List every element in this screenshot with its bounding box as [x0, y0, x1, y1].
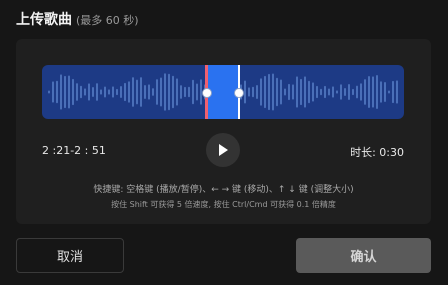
- waveform-bar: [288, 83, 290, 101]
- waveform-bar: [300, 78, 302, 106]
- play-button[interactable]: [206, 133, 240, 167]
- waveform-bar: [48, 90, 50, 94]
- waveform-bar: [120, 85, 122, 99]
- waveform-bar: [316, 85, 318, 99]
- cancel-button[interactable]: 取消: [16, 238, 124, 273]
- waveform-bar: [88, 83, 90, 101]
- editor-panel: 2 :21-2 : 51 时长: 0:30 快捷键: 空格键 (播放/暂停)、←…: [16, 39, 431, 224]
- waveform-bar: [268, 73, 270, 111]
- waveform-bar: [176, 78, 178, 106]
- waveform-bar: [192, 79, 194, 105]
- confirm-button[interactable]: 确认: [296, 238, 431, 273]
- waveform-bar: [380, 81, 382, 103]
- play-icon: [219, 144, 228, 156]
- waveform-bar: [396, 80, 398, 104]
- waveform-bar: [112, 86, 114, 98]
- page-title: 上传歌曲: [16, 12, 72, 28]
- waveform-bar: [84, 88, 86, 96]
- waveform-bar: [124, 82, 126, 102]
- waveform-bar: [140, 77, 142, 107]
- waveform-bar: [80, 85, 82, 99]
- waveform-bar: [128, 81, 130, 103]
- selection-time-range: 2 :21-2 : 51: [42, 144, 106, 157]
- waveform-bar: [152, 88, 154, 96]
- waveform-bar: [376, 75, 378, 109]
- waveform-bar: [56, 80, 58, 104]
- waveform-bar: [64, 75, 66, 109]
- waveform-bar: [252, 86, 254, 98]
- waveform-bar: [340, 84, 342, 100]
- waveform[interactable]: [42, 65, 404, 119]
- modifier-hint: 按住 Shift 可获得 5 倍速度, 按住 Ctrl/Cmd 可获得 0.1 …: [111, 200, 336, 209]
- waveform-bar: [296, 76, 298, 108]
- header: 上传歌曲 (最多 60 秒): [16, 9, 139, 29]
- waveform-bar: [96, 83, 98, 101]
- waveform-bar: [292, 84, 294, 100]
- waveform-bar: [332, 86, 334, 98]
- waveform-bar: [304, 76, 306, 108]
- waveform-bar: [272, 73, 274, 111]
- waveform-bar: [284, 88, 286, 96]
- left-handle[interactable]: [202, 88, 212, 98]
- waveform-bar: [72, 78, 74, 106]
- waveform-bar: [344, 87, 346, 97]
- waveform-bar: [328, 88, 330, 96]
- waveform-bar: [136, 79, 138, 105]
- waveform-bar: [280, 79, 282, 105]
- waveform-bar: [180, 85, 182, 99]
- waveform-bar: [144, 84, 146, 100]
- waveform-bar: [360, 83, 362, 101]
- waveform-bar: [116, 88, 118, 96]
- waveform-bar: [160, 77, 162, 107]
- waveform-bar: [172, 75, 174, 109]
- waveform-bar: [132, 77, 134, 107]
- waveform-bar: [148, 84, 150, 100]
- waveform-bar: [356, 85, 358, 99]
- waveform-bar: [184, 86, 186, 98]
- shortcut-hint: 快捷键: 空格键 (播放/暂停)、← → 键 (移动)、↑ ↓ 键 (调整大小): [93, 185, 354, 195]
- waveform-bar: [104, 86, 106, 98]
- duration-text: 时长: 0:30: [350, 146, 404, 159]
- waveform-bar: [76, 83, 78, 101]
- waveform-bar: [244, 80, 246, 104]
- waveform-bar: [188, 86, 190, 98]
- waveform-bar: [276, 77, 278, 107]
- waveform-bar: [256, 84, 258, 100]
- waveform-bar: [248, 87, 250, 97]
- waveform-bar: [92, 86, 94, 98]
- waveform-bar: [392, 80, 394, 104]
- waveform-bar: [320, 88, 322, 96]
- waveform-bar: [336, 90, 338, 94]
- page-subtitle: (最多 60 秒): [76, 14, 139, 27]
- waveform-bar: [308, 80, 310, 104]
- right-handle[interactable]: [234, 88, 244, 98]
- waveform-bar: [60, 74, 62, 110]
- waveform-bar: [384, 81, 386, 103]
- waveform-bar: [164, 73, 166, 111]
- waveform-bar: [348, 84, 350, 100]
- waveform-bar: [388, 90, 390, 94]
- waveform-bar: [312, 82, 314, 102]
- waveform-bar: [352, 88, 354, 96]
- waveform-bar: [372, 76, 374, 108]
- waveform-bar: [364, 79, 366, 105]
- waveform-bar: [108, 89, 110, 95]
- waveform-bar: [52, 81, 54, 103]
- waveform-bar: [156, 79, 158, 105]
- waveform-bar: [68, 75, 70, 109]
- waveform-bar: [196, 83, 198, 101]
- waveform-bar: [368, 76, 370, 108]
- waveform-bar: [264, 75, 266, 109]
- waveform-bar: [324, 85, 326, 99]
- waveform-bar: [260, 78, 262, 106]
- waveform-bar: [100, 89, 102, 95]
- waveform-bar: [168, 73, 170, 111]
